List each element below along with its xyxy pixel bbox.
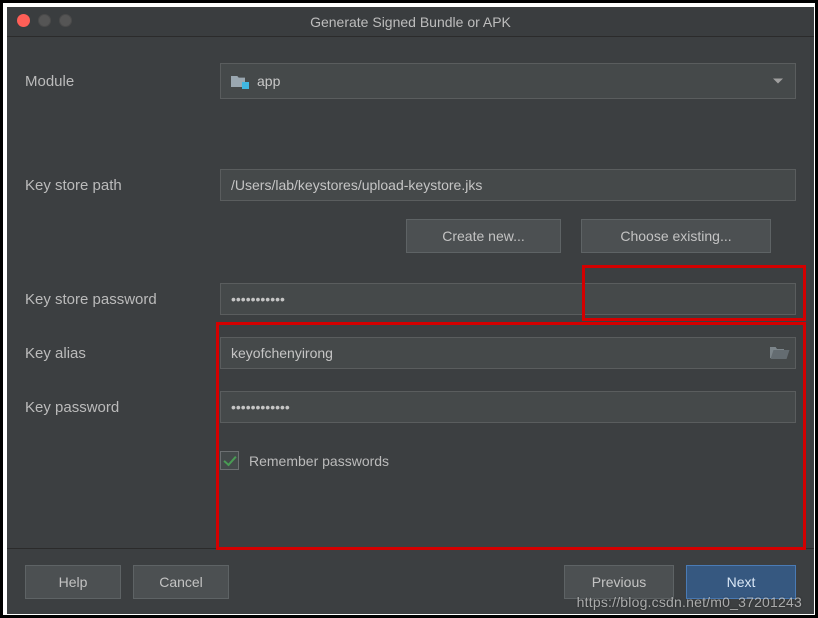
key-alias-field [220,337,796,369]
remember-passwords-label: Remember passwords [249,453,389,469]
watermark-text: https://blog.csdn.net/m0_37201243 [577,594,802,610]
keystore-buttons-row: Create new... Choose existing... [220,219,796,253]
folder-open-icon[interactable] [769,346,787,360]
key-password-row: Key password [25,391,796,423]
keystore-path-label: Key store path [25,177,220,194]
module-dropdown[interactable]: app [220,63,796,99]
key-alias-label: Key alias [25,345,220,362]
keystore-password-label: Key store password [25,291,220,308]
keystore-password-row: Key store password [25,283,796,315]
module-row: Module app [25,63,796,99]
module-label: Module [25,73,220,90]
dialog-window: Generate Signed Bundle or APK Module app… [7,7,814,614]
traffic-lights [17,14,72,27]
module-selected: app [257,73,280,89]
chevron-down-icon [773,79,783,84]
close-icon[interactable] [17,14,30,27]
check-icon [223,452,236,466]
keystore-password-input[interactable] [220,283,796,315]
key-alias-input[interactable] [221,338,769,368]
keystore-path-input[interactable] [220,169,796,201]
dialog-title: Generate Signed Bundle or APK [7,14,814,30]
key-password-label: Key password [25,399,220,416]
help-button[interactable]: Help [25,565,121,599]
choose-existing-button[interactable]: Choose existing... [581,219,771,253]
module-icon [231,74,247,88]
minimize-icon [38,14,51,27]
cancel-button[interactable]: Cancel [133,565,229,599]
key-alias-row: Key alias [25,337,796,369]
remember-row: Remember passwords [25,445,796,470]
key-password-input[interactable] [220,391,796,423]
maximize-icon [59,14,72,27]
remember-passwords-checkbox[interactable] [220,451,239,470]
create-new-button[interactable]: Create new... [406,219,561,253]
title-bar: Generate Signed Bundle or APK [7,7,814,37]
keystore-path-row: Key store path [25,169,796,201]
dialog-content: Module app Key store path Create new... [7,37,814,548]
